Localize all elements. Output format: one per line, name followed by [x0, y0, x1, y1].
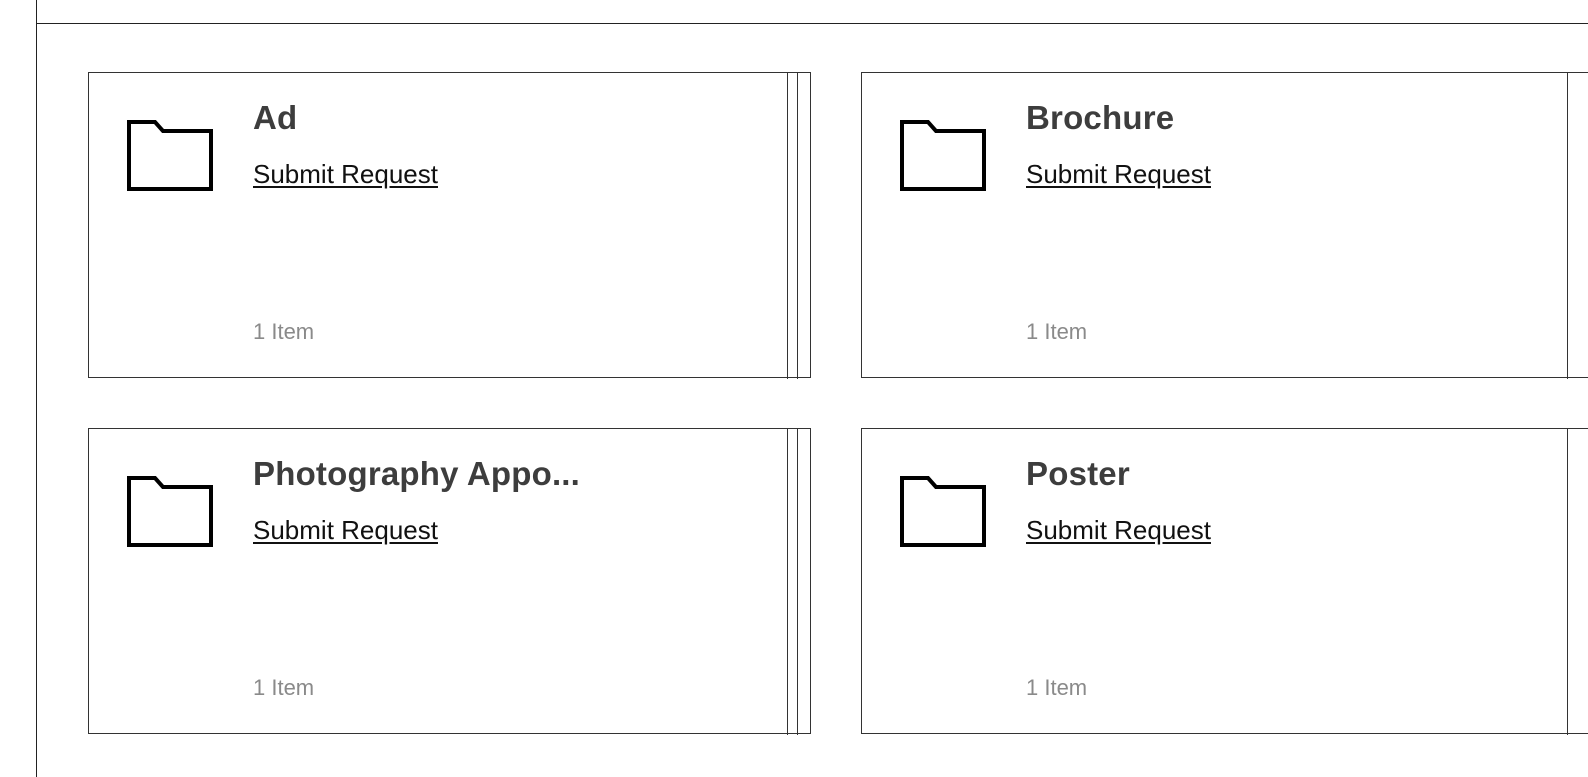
folder-icon: [900, 476, 986, 547]
item-count: 1 Item: [1026, 675, 1088, 700]
stack-edge: [1567, 427, 1568, 735]
stack-edge: [1567, 71, 1568, 379]
submit-request-link[interactable]: Submit Request: [253, 159, 438, 190]
stack-edge: [787, 71, 788, 379]
stack-edge: [797, 71, 798, 379]
card-title: Photography Appo...: [253, 455, 581, 492]
submit-request-link[interactable]: Submit Request: [253, 515, 438, 546]
card-title: Ad: [253, 99, 298, 136]
page-frame: Ad Submit Request 1 Item Brochure Submit…: [0, 0, 1588, 777]
category-card-brochure[interactable]: Brochure Submit Request 1 Item: [861, 71, 1588, 379]
item-count: 1 Item: [253, 319, 315, 344]
card-title: Poster: [1026, 455, 1130, 492]
folder-icon: [127, 120, 213, 191]
category-card-photography[interactable]: Photography Appo... Submit Request 1 Ite…: [88, 427, 811, 735]
category-card-ad[interactable]: Ad Submit Request 1 Item: [88, 71, 811, 379]
submit-request-link[interactable]: Submit Request: [1026, 515, 1211, 546]
item-count: 1 Item: [1026, 319, 1088, 344]
card-title: Brochure: [1026, 99, 1175, 136]
folder-icon: [127, 476, 213, 547]
left-divider: [36, 0, 37, 777]
submit-request-link[interactable]: Submit Request: [1026, 159, 1211, 190]
stack-edge: [797, 427, 798, 735]
folder-icon: [900, 120, 986, 191]
category-card-poster[interactable]: Poster Submit Request 1 Item: [861, 427, 1588, 735]
stack-edge: [787, 427, 788, 735]
item-count: 1 Item: [253, 675, 315, 700]
top-divider: [36, 23, 1588, 24]
